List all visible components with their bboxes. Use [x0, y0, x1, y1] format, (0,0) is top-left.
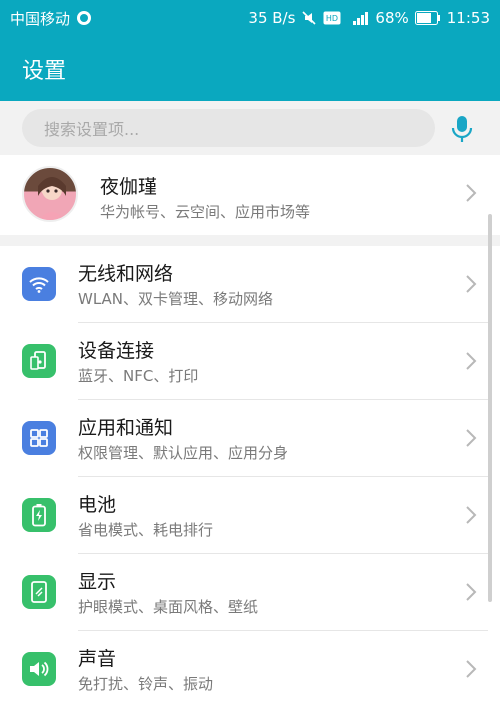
battery-status-icon	[414, 11, 441, 25]
item-subtitle: WLAN、双卡管理、移动网络	[78, 290, 274, 308]
microphone-icon[interactable]	[447, 113, 477, 145]
settings-item-display[interactable]: 显示 护眼模式、桌面风格、壁纸	[0, 554, 500, 631]
apps-icon	[22, 421, 56, 455]
scrollbar[interactable]	[488, 214, 492, 602]
sound-icon	[22, 652, 56, 686]
search-row: 搜索设置项...	[0, 101, 500, 155]
display-icon	[22, 575, 56, 609]
item-subtitle: 省电模式、耗电排行	[78, 521, 214, 539]
mute-icon	[301, 10, 317, 26]
status-bar: 中国移动 35 B/s HD 68% 11:53	[0, 0, 500, 36]
search-input[interactable]: 搜索设置项...	[22, 109, 435, 147]
item-subtitle: 权限管理、默认应用、应用分身	[78, 444, 289, 462]
settings-list: 无线和网络 WLAN、双卡管理、移动网络 设备连接 蓝牙、NFC、打印 应用和通…	[0, 246, 500, 708]
svg-text:HD: HD	[326, 14, 338, 23]
carrier-label: 中国移动	[10, 9, 71, 28]
chevron-right-icon	[466, 429, 477, 447]
item-subtitle: 免打扰、铃声、振动	[78, 675, 214, 693]
settings-item-battery[interactable]: 电池 省电模式、耗电排行	[0, 477, 500, 554]
account-profile[interactable]: 夜伽瑾 华为帐号、云空间、应用市场等	[0, 155, 500, 235]
notification-icon	[76, 10, 92, 26]
device-connect-icon	[22, 344, 56, 378]
chevron-right-icon	[466, 660, 477, 678]
settings-item-device-connection[interactable]: 设备连接 蓝牙、NFC、打印	[0, 323, 500, 400]
item-title: 声音	[78, 648, 117, 670]
search-placeholder: 搜索设置项...	[44, 120, 140, 139]
avatar	[22, 166, 78, 222]
network-speed: 35 B/s	[248, 9, 296, 27]
settings-item-apps[interactable]: 应用和通知 权限管理、默认应用、应用分身	[0, 400, 500, 477]
settings-item-sound[interactable]: 声音 免打扰、铃声、振动	[0, 631, 500, 708]
signal-icon	[347, 10, 369, 26]
chevron-right-icon	[466, 506, 477, 524]
section-divider	[0, 235, 500, 246]
item-title: 应用和通知	[78, 417, 174, 439]
chevron-right-icon	[466, 184, 477, 202]
settings-item-wireless[interactable]: 无线和网络 WLAN、双卡管理、移动网络	[0, 246, 500, 323]
account-name: 夜伽瑾	[100, 176, 158, 198]
item-title: 电池	[78, 494, 117, 516]
account-subtitle: 华为帐号、云空间、应用市场等	[100, 203, 311, 221]
page-title: 设置	[22, 58, 67, 84]
app-header: 设置	[0, 36, 500, 101]
hd-icon: HD	[323, 11, 341, 25]
item-title: 显示	[78, 571, 117, 593]
wifi-icon	[22, 267, 56, 301]
chevron-right-icon	[466, 583, 477, 601]
item-title: 无线和网络	[78, 263, 174, 285]
item-subtitle: 护眼模式、桌面风格、壁纸	[78, 598, 259, 616]
battery-icon	[22, 498, 56, 532]
battery-percent: 68%	[375, 9, 409, 27]
chevron-right-icon	[466, 352, 477, 370]
item-title: 设备连接	[78, 340, 155, 362]
item-subtitle: 蓝牙、NFC、打印	[78, 367, 199, 385]
clock: 11:53	[446, 9, 490, 27]
chevron-right-icon	[466, 275, 477, 293]
